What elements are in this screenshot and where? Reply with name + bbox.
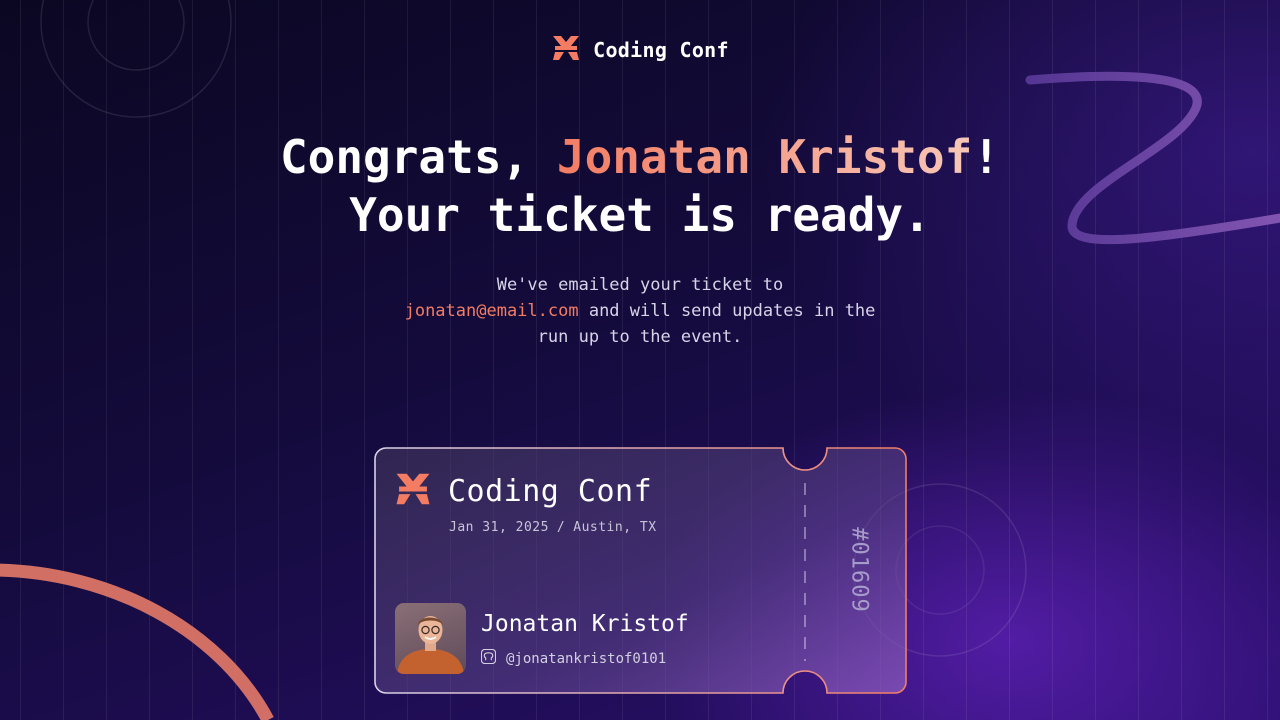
attendee-name: Jonatan Kristof bbox=[481, 611, 689, 637]
title-line-two: Your ticket is ready. bbox=[349, 188, 931, 242]
event-details: Jan 31, 2025 / Austin, TX bbox=[449, 520, 657, 535]
message-part-two: and will send updates in the run up to t… bbox=[537, 301, 876, 347]
confirmation-message: We've emailed your ticket to jonatan@ema… bbox=[390, 272, 890, 350]
event-date: Jan 31, 2025 bbox=[449, 520, 549, 535]
github-handle: @jonatankristof0101 bbox=[506, 650, 667, 667]
page-title: Congrats, Jonatan Kristof! Your ticket i… bbox=[0, 128, 1280, 244]
ticket-logo-icon bbox=[394, 471, 432, 511]
avatar bbox=[395, 603, 466, 674]
decor-orange-arc bbox=[0, 563, 274, 720]
meta-separator: / bbox=[556, 520, 566, 535]
event-location: Austin, TX bbox=[573, 520, 657, 535]
email-address: jonatan@email.com bbox=[404, 301, 579, 321]
github-icon bbox=[480, 648, 497, 668]
coding-conf-logo-icon bbox=[551, 34, 581, 66]
message-part-one: We've emailed your ticket to bbox=[496, 275, 784, 295]
title-greeting: Congrats, bbox=[279, 130, 557, 184]
title-exclaim: ! bbox=[972, 130, 1001, 184]
ticket-card: Coding Conf Jan 31, 2025 / Austin, TX Jona… bbox=[374, 447, 907, 694]
ticket-brand: Coding Conf bbox=[394, 471, 652, 511]
github-handle-row: @jonatankristof0101 bbox=[480, 648, 667, 668]
brand-name: Coding Conf bbox=[593, 38, 729, 62]
title-attendee-name: Jonatan Kristof bbox=[556, 130, 973, 184]
decor-circle-inner-right bbox=[895, 525, 985, 615]
ticket-brand-name: Coding Conf bbox=[448, 473, 653, 509]
header-brand: Coding Conf bbox=[0, 34, 1280, 66]
ticket-number: #01609 bbox=[846, 527, 872, 613]
